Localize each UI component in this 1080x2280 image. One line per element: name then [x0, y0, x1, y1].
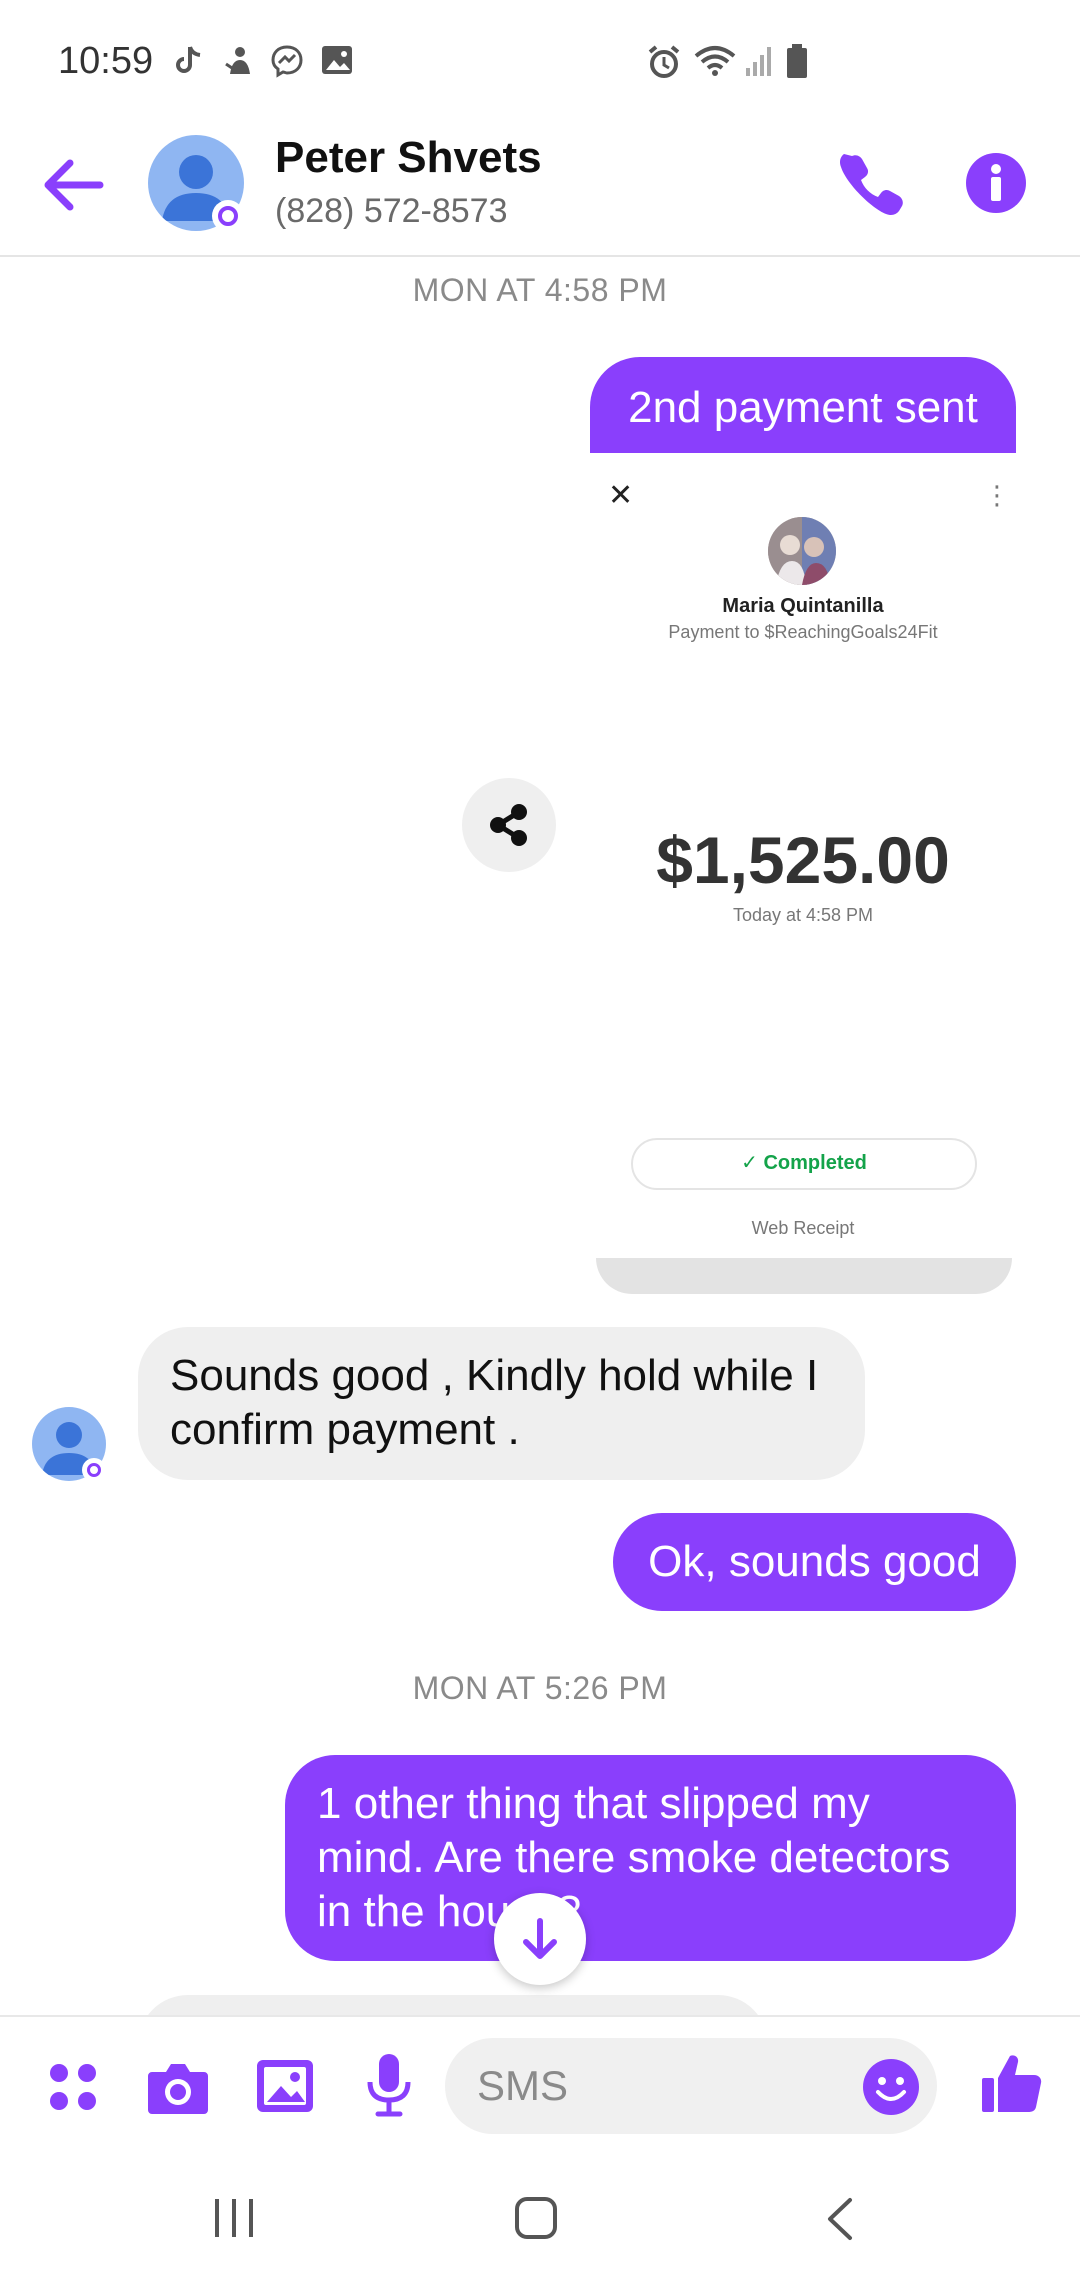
payment-amount: $1,525.00 [656, 823, 950, 897]
status-time: 10:59 [58, 40, 154, 82]
payment-to-label: Payment to $ReachingGoals24Fit [668, 622, 938, 642]
messenger-icon [271, 45, 303, 78]
battery-icon [787, 44, 807, 78]
nav-back-icon[interactable] [822, 2196, 856, 2242]
contact-name[interactable]: Peter Shvets [275, 133, 542, 183]
message-text: confirm payment . [170, 1405, 520, 1454]
message-text: Sounds good , Kindly hold while I [170, 1351, 819, 1400]
thumbs-up-icon[interactable] [980, 2052, 1044, 2116]
message-text: Ok, sounds good [648, 1537, 981, 1586]
receipt-bottom-edge [596, 1258, 1012, 1294]
wifi-icon [694, 46, 736, 76]
receipt-close-icon: ✕ [608, 479, 634, 512]
camera-icon[interactable] [146, 2058, 210, 2116]
alarm-icon [648, 45, 680, 78]
arrow-down-icon [523, 1918, 557, 1959]
message-bubble-outgoing[interactable]: 2nd payment sent [590, 357, 1016, 457]
timestamp: MON AT 5:26 PM [412, 1670, 668, 1706]
message-bubble-outgoing[interactable]: Ok, sounds good [613, 1513, 1016, 1611]
message-text: mind. Are there smoke detectors [317, 1833, 951, 1882]
web-receipt-link: Web Receipt [751, 1218, 855, 1238]
back-arrow-icon[interactable] [40, 150, 110, 220]
timestamp: MON AT 4:58 PM [412, 272, 668, 308]
completed-status-text: ✓ Completed [741, 1152, 867, 1174]
message-bubble-outgoing[interactable]: 1 other thing that slipped my mind. Are … [285, 1755, 1016, 1961]
info-button[interactable] [966, 153, 1026, 213]
share-button[interactable] [462, 778, 556, 872]
info-icon [991, 164, 1001, 201]
scroll-to-bottom-button[interactable] [494, 1893, 586, 1985]
status-bar [0, 0, 1080, 120]
recipient-photo [768, 517, 836, 585]
image-icon[interactable] [255, 2058, 315, 2114]
apps-icon[interactable] [46, 2060, 100, 2114]
recipient-avatar [768, 517, 836, 585]
payment-date: Today at 4:58 PM [732, 905, 874, 925]
message-text: 2nd payment sent [628, 383, 978, 432]
share-icon [490, 804, 527, 846]
recipient-name: Maria Quintanilla [722, 595, 884, 617]
receipt-more-icon: ⋮ [984, 480, 1010, 510]
contact-phone: (828) 572-8573 [275, 192, 508, 230]
signal-icon [746, 47, 771, 76]
phone-icon[interactable] [838, 150, 904, 216]
tiktok-icon [176, 46, 201, 73]
recent-apps-icon[interactable] [212, 2197, 256, 2239]
online-badge [212, 200, 244, 232]
message-bubble-incoming[interactable]: Sounds good , Kindly hold while I confir… [138, 1327, 865, 1480]
emoji-icon[interactable] [862, 2058, 920, 2116]
microphone-icon[interactable] [364, 2052, 414, 2118]
gallery-icon [322, 46, 352, 74]
home-icon[interactable] [514, 2196, 558, 2240]
notification-icon [225, 47, 250, 74]
online-badge-small [82, 1458, 106, 1482]
message-text: 1 other thing that slipped my [317, 1779, 870, 1828]
